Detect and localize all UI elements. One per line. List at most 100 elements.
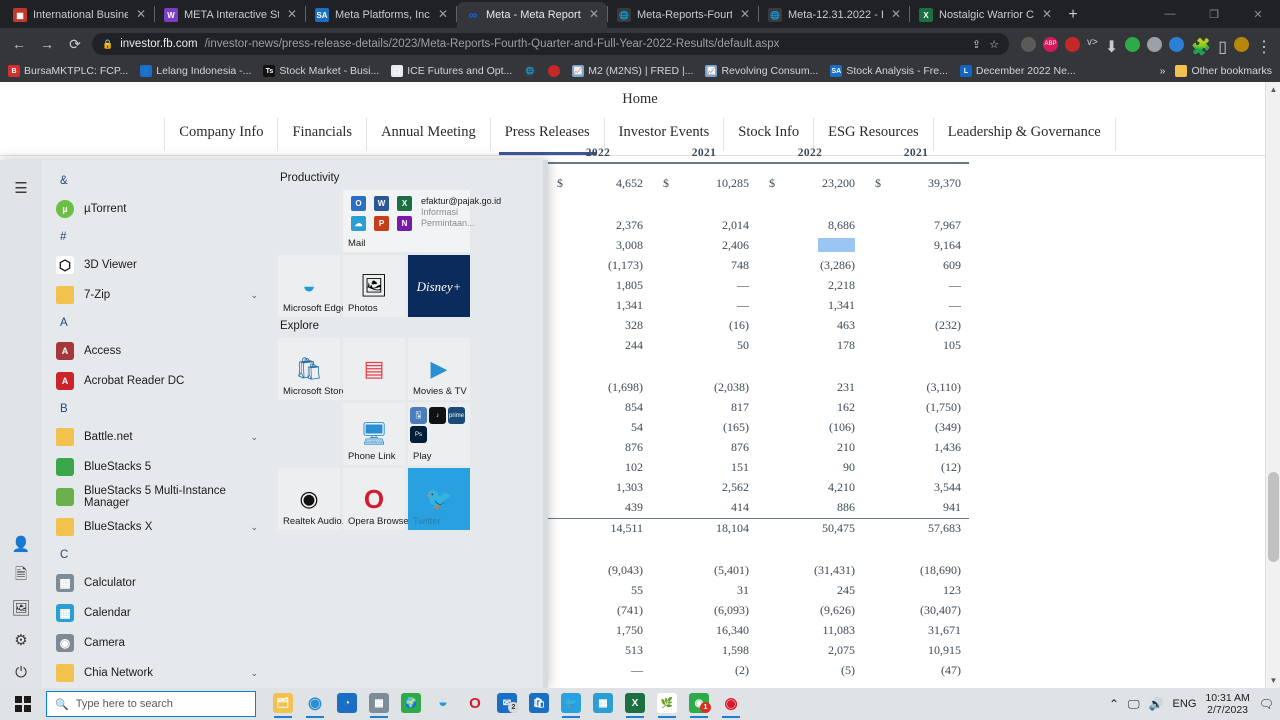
bookmarks-overflow[interactable]: » xyxy=(1160,65,1166,77)
app-list-letter-header[interactable]: # xyxy=(42,224,270,250)
chevron-down-icon[interactable]: ⌄ xyxy=(250,290,258,301)
scrollbar-thumb[interactable] xyxy=(1268,472,1279,562)
bitwarden-icon[interactable] xyxy=(1021,36,1037,52)
profile-avatar[interactable] xyxy=(1234,36,1249,52)
app-list-item[interactable]: BlueStacks 5 Multi-Instance Manager xyxy=(42,482,270,512)
site-nav-financials[interactable]: Financials xyxy=(277,118,366,151)
reload-button[interactable]: ⟳ xyxy=(64,33,86,55)
bookmark-item[interactable] xyxy=(548,65,561,77)
tile-realtek-audio-icon[interactable]: ◉ Realtek Audio... xyxy=(278,468,350,530)
site-nav-company-info[interactable]: Company Info xyxy=(164,118,277,151)
close-icon[interactable]: ✕ xyxy=(436,8,450,22)
bookmark-item[interactable]: Ts Stock Market - Busi... xyxy=(263,65,379,77)
close-icon[interactable]: ✕ xyxy=(889,8,903,22)
tile-mail[interactable]: O W X ☁ P Nefaktur@pajak.go.id Informasi Permi… xyxy=(343,190,501,252)
chevron-down-icon[interactable]: ⌄ xyxy=(250,432,258,443)
browser-tab[interactable]: 🌐 Meta-Reports-Fourth ✕ xyxy=(608,2,758,28)
bookmark-item[interactable]: L December 2022 Ne... xyxy=(959,65,1076,77)
chevron-down-icon[interactable]: ⌄ xyxy=(250,668,258,679)
other-bookmarks[interactable]: Other bookmarks xyxy=(1175,65,1272,77)
clock[interactable]: 10:31 AM 2/7/2023 xyxy=(1205,692,1249,716)
power-icon[interactable]: ⏻ xyxy=(6,656,36,688)
bookmark-item[interactable]: 🌐 xyxy=(524,65,537,77)
windows-start-icon[interactable] xyxy=(0,688,46,720)
chevron-down-icon[interactable]: ⌄ xyxy=(250,522,258,533)
app-list-letter-header[interactable]: A xyxy=(42,310,270,336)
bookmark-item[interactable]: 📈 M2 (M2NS) | FRED |... xyxy=(572,65,693,77)
page-scrollbar[interactable]: ▲ ▼ xyxy=(1265,82,1280,688)
tile-photos-icon[interactable]: 🖼 Photos xyxy=(343,255,405,317)
close-icon[interactable]: ✕ xyxy=(285,8,299,22)
user-account-icon[interactable]: 👤 xyxy=(6,528,36,560)
address-bar[interactable]: 🔒 investor.fb.com/investor-news/press-re… xyxy=(92,33,1010,55)
taskbar-world-icon[interactable]: 🌍 xyxy=(398,689,424,719)
taskbar-mail-icon[interactable]: ✉ 2 xyxy=(494,689,520,719)
share-icon[interactable]: ⇪ xyxy=(972,38,981,51)
taskbar-clock-app-icon[interactable]: ◔ xyxy=(334,689,360,719)
browser-tab[interactable]: SA Meta Platforms, Inc. ✕ xyxy=(306,2,456,28)
app-list-item[interactable]: Battle.net ⌄ xyxy=(42,422,270,452)
app-list-item[interactable]: ▦ Calendar xyxy=(42,598,270,628)
close-icon[interactable]: ✕ xyxy=(134,8,148,22)
app-list-item[interactable]: A Access xyxy=(42,336,270,366)
browser-tab[interactable]: ∞ Meta - Meta Reports F ✕ xyxy=(457,2,607,28)
search-input[interactable]: 🔍 Type here to search xyxy=(46,691,256,717)
app-list-item[interactable]: ◉ Camera xyxy=(42,628,270,658)
bookmark-item[interactable]: B BursaMKTPLC: FCP... xyxy=(8,65,128,77)
taskbar-leaf-icon[interactable]: 🌿 xyxy=(654,689,680,719)
tile-movies-tv-icon[interactable]: ▶ Movies & TV xyxy=(408,338,470,400)
close-icon[interactable]: ✕ xyxy=(1040,8,1054,22)
menu-icon[interactable]: ⋮ xyxy=(1256,37,1272,56)
maximize-button[interactable]: ❐ xyxy=(1192,8,1236,21)
puzzle-icon[interactable]: 🧩 xyxy=(1191,37,1211,56)
browser-tab[interactable]: W META Interactive Stoc ✕ xyxy=(155,2,305,28)
tile-play[interactable]: 🂡 ♪ prime Ps Play xyxy=(408,403,470,465)
action-center-icon[interactable]: 🗨 xyxy=(1259,697,1274,711)
app-list-letter-header[interactable]: B xyxy=(42,396,270,422)
close-icon[interactable]: ✕ xyxy=(738,8,752,22)
show-hidden-icons[interactable]: ⌃ xyxy=(1109,697,1119,711)
tiles-scrollbar[interactable] xyxy=(543,160,548,688)
taskbar-edge-icon[interactable]: ◒ xyxy=(430,689,456,719)
app-list-item[interactable]: 7-Zip ⌄ xyxy=(42,280,270,310)
documents-icon[interactable]: 🗎 xyxy=(6,560,36,592)
new-tab-button[interactable]: + xyxy=(1060,2,1086,28)
tile-microsoft-store-icon[interactable]: 🛍 Microsoft Store xyxy=(278,338,347,400)
language-indicator[interactable]: ENG xyxy=(1173,698,1197,710)
close-icon[interactable]: ✕ xyxy=(587,8,601,22)
app-list-item[interactable]: BlueStacks X ⌄ xyxy=(42,512,270,542)
tile-news-icon[interactable]: ▤ xyxy=(343,338,405,400)
back-button[interactable]: ← xyxy=(8,33,30,55)
tile-twitter-icon[interactable]: 🐦 Twitter xyxy=(408,468,470,530)
hamburger-icon[interactable]: ☰ xyxy=(6,172,36,204)
tile-disney-plus-icon[interactable]: Disney+ xyxy=(408,255,470,317)
taskbar-twitter-icon[interactable]: 🐦 xyxy=(558,689,584,719)
forward-button[interactable]: → xyxy=(36,33,58,55)
site-nav-annual-meeting[interactable]: Annual Meeting xyxy=(366,118,490,151)
star-icon[interactable]: ☆ xyxy=(989,38,999,51)
taskbar-opera-gx-icon[interactable]: ◉ xyxy=(718,689,744,719)
record-icon[interactable] xyxy=(1065,36,1081,52)
app-list-letter-header[interactable]: C xyxy=(42,542,270,568)
pictures-icon[interactable]: 🖼 xyxy=(6,592,36,624)
download-icon[interactable]: ⬇ xyxy=(1105,37,1118,56)
taskbar-excel-icon[interactable]: X xyxy=(622,689,648,719)
close-window-button[interactable]: ✕ xyxy=(1236,8,1280,21)
scroll-down-arrow[interactable]: ▼ xyxy=(1266,673,1280,688)
taskbar-opera-icon[interactable]: O xyxy=(462,689,488,719)
bookmark-item[interactable]: 👤 Lelang Indonesia -... xyxy=(140,65,251,77)
vs-icon[interactable]: v> xyxy=(1087,37,1098,52)
app-list-item[interactable]: Chia Network ⌄ xyxy=(42,658,270,688)
minimize-button[interactable]: — xyxy=(1148,8,1192,20)
green-ext-icon[interactable] xyxy=(1125,36,1141,52)
adblock-icon[interactable]: ABP xyxy=(1043,36,1059,52)
app-list-letter-header[interactable]: & xyxy=(42,168,270,194)
app-list-item[interactable]: BlueStacks 5 xyxy=(42,452,270,482)
app-list-item[interactable]: ⬡ 3D Viewer xyxy=(42,250,270,280)
scroll-up-arrow[interactable]: ▲ xyxy=(1266,82,1280,97)
bookmark-item[interactable]: 📈 Revolving Consum... xyxy=(705,65,818,77)
taskbar-file-explorer-icon[interactable]: 🗂 xyxy=(270,689,296,719)
colorful-ext-icon[interactable] xyxy=(1169,36,1185,52)
bookmark-item[interactable]: ▢ ICE Futures and Opt... xyxy=(391,65,512,77)
app-list-item[interactable]: ▦ Calculator xyxy=(42,568,270,598)
